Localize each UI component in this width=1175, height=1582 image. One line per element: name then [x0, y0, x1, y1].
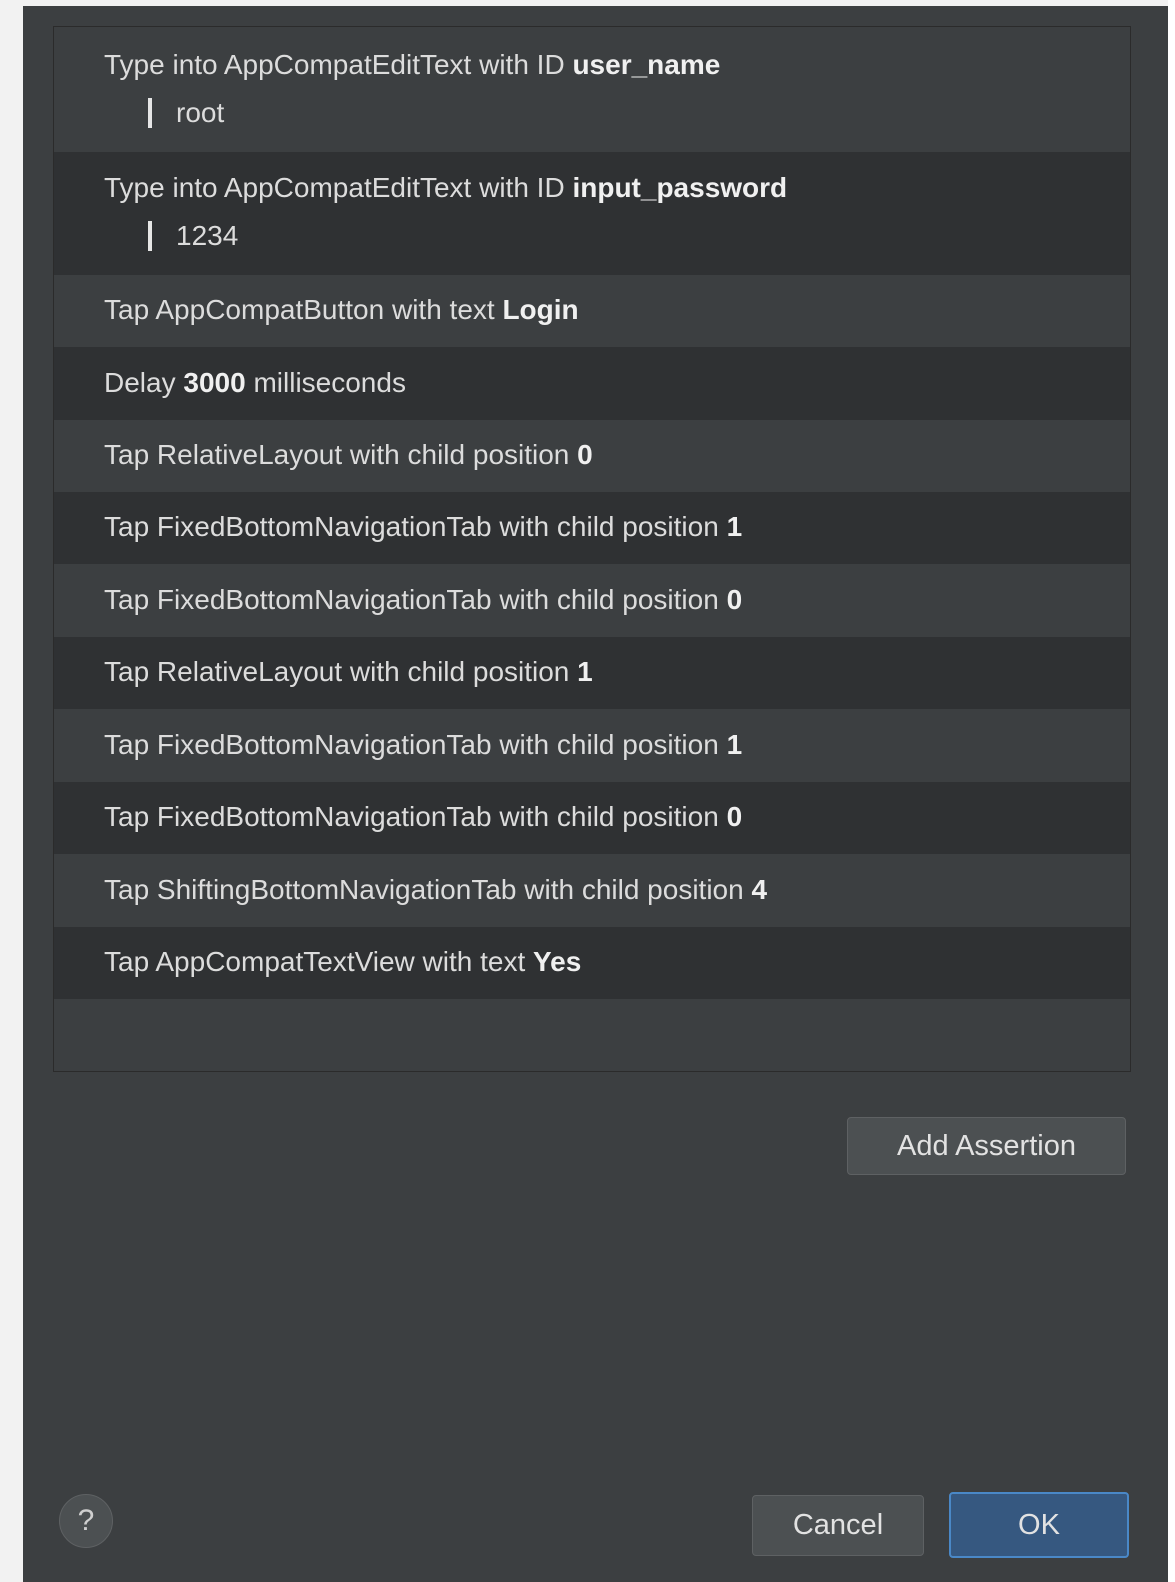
- step-row[interactable]: Tap FixedBottomNavigationTab with child …: [54, 564, 1130, 637]
- cancel-button[interactable]: Cancel: [752, 1495, 924, 1556]
- step-row[interactable]: Tap RelativeLayout with child position 1: [54, 637, 1130, 709]
- help-icon[interactable]: ?: [59, 1494, 113, 1548]
- step-row[interactable]: Tap FixedBottomNavigationTab with child …: [54, 492, 1130, 564]
- step-text: Delay 3000 milliseconds: [104, 367, 406, 398]
- step-row[interactable]: Type into AppCompatEditText with ID user…: [54, 27, 1130, 152]
- record-espresso-test-dialog: Type into AppCompatEditText with ID user…: [23, 6, 1168, 1582]
- recorded-steps-list[interactable]: Type into AppCompatEditText with ID user…: [53, 26, 1131, 1072]
- step-text: Tap FixedBottomNavigationTab with child …: [104, 729, 743, 760]
- ok-button[interactable]: OK: [949, 1492, 1129, 1558]
- step-text: Tap RelativeLayout with child position 0: [104, 439, 593, 470]
- step-row[interactable]: Tap AppCompatTextView with text Yes: [54, 927, 1130, 999]
- step-text: Tap FixedBottomNavigationTab with child …: [104, 511, 743, 542]
- step-text: Type into AppCompatEditText with ID inpu…: [104, 172, 788, 203]
- step-row[interactable]: Tap FixedBottomNavigationTab with child …: [54, 782, 1130, 854]
- step-text: Tap RelativeLayout with child position 1: [104, 656, 593, 687]
- step-text: Tap FixedBottomNavigationTab with child …: [104, 801, 743, 832]
- step-text: Tap ShiftingBottomNavigationTab with chi…: [104, 874, 768, 905]
- step-row[interactable]: Tap FixedBottomNavigationTab with child …: [54, 709, 1130, 782]
- typed-value: root: [148, 97, 224, 129]
- background-edge: [1168, 0, 1175, 1582]
- typed-value: 1234: [148, 220, 238, 252]
- value-indicator-bar: [148, 98, 152, 128]
- value-indicator-bar: [148, 221, 152, 251]
- step-text: Tap AppCompatButton with text Login: [104, 294, 579, 325]
- step-text: Type into AppCompatEditText with ID user…: [104, 49, 721, 80]
- step-text: Tap AppCompatTextView with text Yes: [104, 946, 582, 977]
- step-row[interactable]: Delay 3000 milliseconds: [54, 347, 1130, 420]
- step-text: Tap FixedBottomNavigationTab with child …: [104, 584, 743, 615]
- step-row[interactable]: Tap ShiftingBottomNavigationTab with chi…: [54, 854, 1130, 927]
- step-row[interactable]: Tap AppCompatButton with text Login: [54, 275, 1130, 347]
- step-row[interactable]: Tap RelativeLayout with child position 0: [54, 420, 1130, 492]
- step-row[interactable]: Type into AppCompatEditText with ID inpu…: [54, 152, 1130, 275]
- add-assertion-button[interactable]: Add Assertion: [847, 1117, 1126, 1175]
